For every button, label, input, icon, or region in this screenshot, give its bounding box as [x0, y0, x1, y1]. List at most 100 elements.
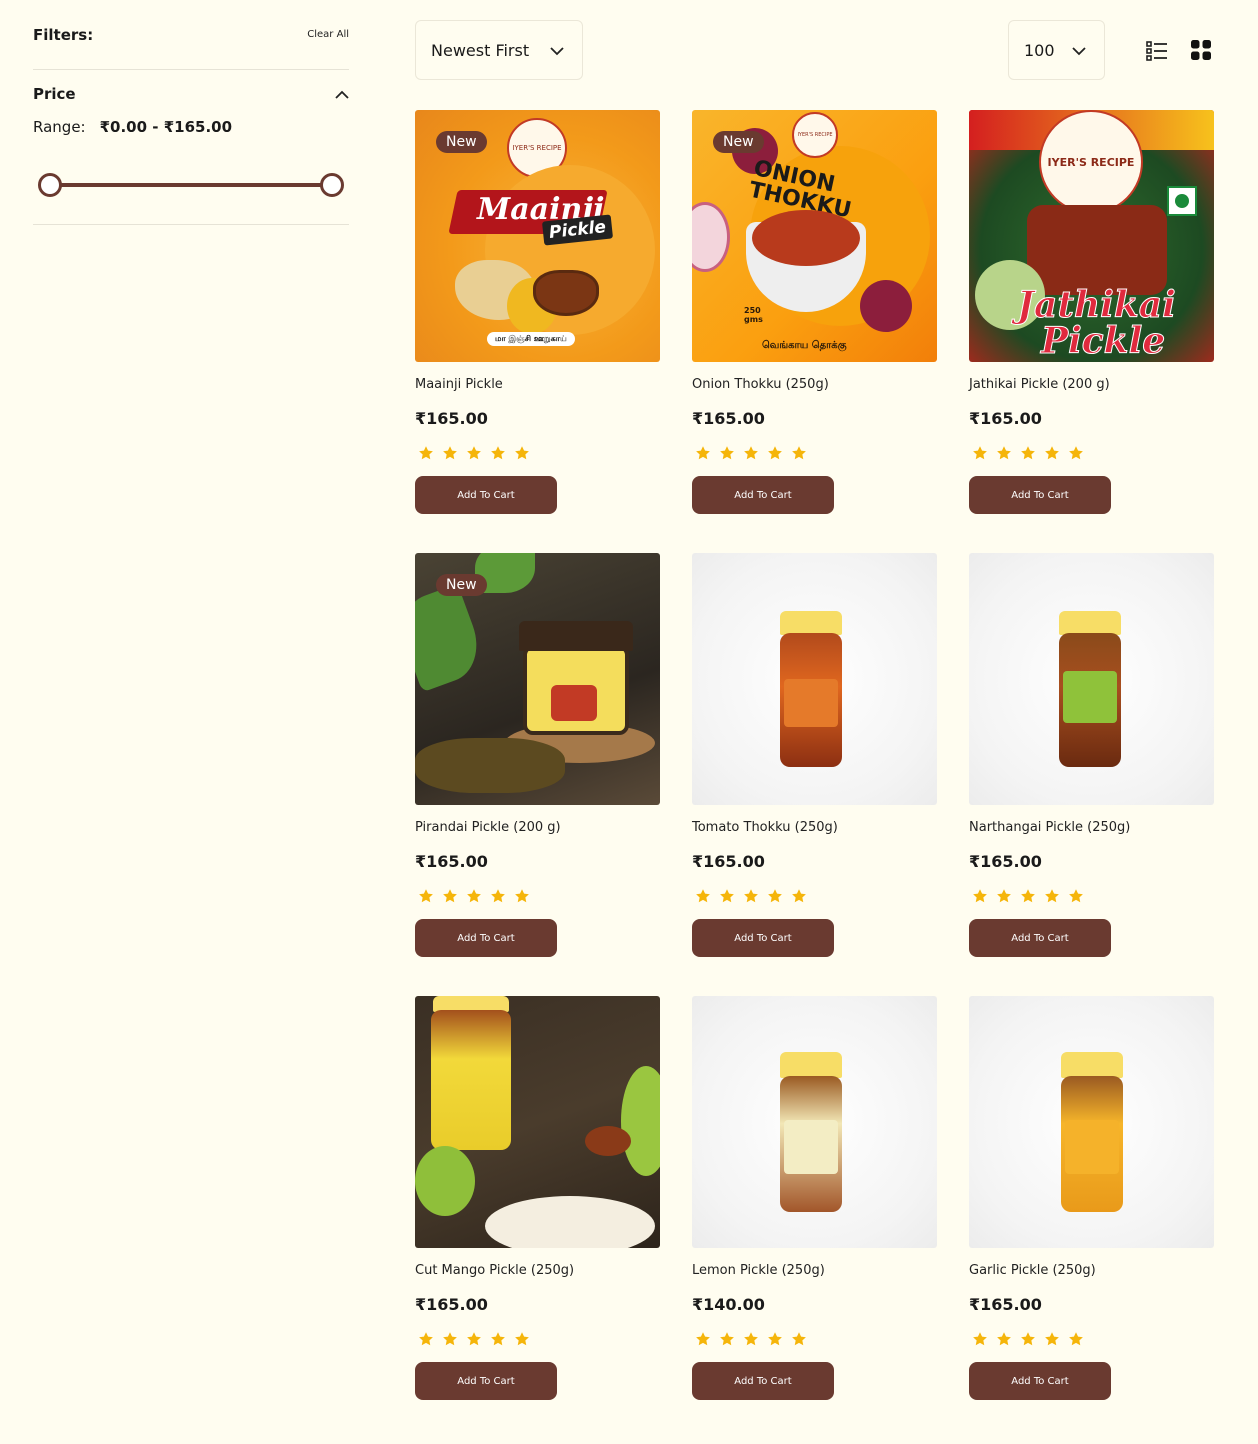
star-icon — [514, 888, 530, 904]
jar-label — [1065, 1120, 1119, 1174]
per-page-select[interactable]: 100 — [1008, 20, 1105, 80]
star-icon — [695, 1331, 711, 1347]
jar-label — [784, 1120, 838, 1174]
add-to-cart-button[interactable]: Add To Cart — [415, 919, 557, 957]
product-name[interactable]: Tomato Thokku (250g) — [692, 820, 937, 835]
star-icon — [418, 1331, 434, 1347]
tamil-label: வெங்காய தொக்கு — [762, 340, 847, 351]
price-range-label: Range: — [33, 118, 86, 136]
star-icon — [442, 445, 458, 461]
price-filter-header[interactable]: Price — [33, 70, 349, 118]
star-icon — [466, 888, 482, 904]
product-image[interactable]: IYER'S RECIPE ONION THOKKU 250 gms வெங்க… — [692, 110, 937, 362]
product-price: ₹140.00 — [692, 1295, 765, 1314]
filters-title: Filters: — [33, 25, 94, 44]
product-name[interactable]: Garlic Pickle (250g) — [969, 1263, 1214, 1278]
star-icon — [791, 888, 807, 904]
leaf-shape — [415, 583, 489, 693]
star-icon — [972, 888, 988, 904]
product-image[interactable]: IYER'S RECIPE Jathikai Pickle — [969, 110, 1214, 362]
add-to-cart-button[interactable]: Add To Cart — [969, 919, 1111, 957]
clear-all-link[interactable]: Clear All — [307, 29, 349, 40]
product-price: ₹165.00 — [692, 409, 765, 428]
product-price: ₹165.00 — [969, 1295, 1042, 1314]
price-range-row: Range: ₹0.00 - ₹165.00 — [33, 118, 349, 136]
price-range-value: ₹0.00 - ₹165.00 — [99, 118, 233, 136]
star-icon — [442, 888, 458, 904]
chutney-shape — [415, 738, 565, 793]
add-to-cart-button[interactable]: Add To Cart — [969, 1362, 1111, 1400]
jar-lid — [1061, 1052, 1123, 1078]
add-to-cart-button[interactable]: Add To Cart — [692, 1362, 834, 1400]
price-range-slider[interactable] — [38, 173, 344, 197]
onion-shape — [692, 202, 730, 272]
rating-stars — [415, 1331, 660, 1347]
rating-stars — [415, 888, 660, 904]
logo-text: IYER'S RECIPE — [797, 132, 833, 138]
add-to-cart-button[interactable]: Add To Cart — [692, 919, 834, 957]
brand-logo: IYER'S RECIPE — [792, 112, 838, 158]
product-image[interactable] — [415, 996, 660, 1248]
product-card: New Pirandai Pickle (200 g) ₹165.00 Add … — [415, 553, 660, 996]
new-badge: New — [436, 131, 487, 153]
star-icon — [1020, 888, 1036, 904]
product-card: IYER'S RECIPE Maainji Pickle மா இஞ்சி ஊற… — [415, 110, 660, 553]
brand-logo: IYER'S RECIPE — [1039, 110, 1143, 214]
product-card: IYER'S RECIPE Jathikai Pickle Jathikai P… — [969, 110, 1214, 553]
add-to-cart-button[interactable]: Add To Cart — [969, 476, 1111, 514]
pickle-bowl — [1027, 205, 1167, 295]
add-to-cart-button[interactable]: Add To Cart — [415, 1362, 557, 1400]
product-name[interactable]: Cut Mango Pickle (250g) — [415, 1263, 660, 1278]
product-name[interactable]: Pirandai Pickle (200 g) — [415, 820, 660, 835]
add-to-cart-button[interactable]: Add To Cart — [692, 476, 834, 514]
star-icon — [767, 888, 783, 904]
product-name[interactable]: Narthangai Pickle (250g) — [969, 820, 1214, 835]
slider-min-handle[interactable] — [38, 173, 62, 197]
price-filter-title: Price — [33, 85, 76, 103]
product-name[interactable]: Onion Thokku (250g) — [692, 377, 937, 392]
onion-shape — [860, 280, 912, 332]
product-name[interactable]: Maainji Pickle — [415, 377, 660, 392]
product-image[interactable] — [969, 996, 1214, 1248]
star-icon — [743, 445, 759, 461]
grid-view-icon[interactable] — [1191, 40, 1211, 60]
rating-stars — [692, 445, 937, 461]
jar-label — [551, 685, 597, 721]
sort-select[interactable]: Newest First — [415, 20, 583, 80]
star-icon — [719, 1331, 735, 1347]
filters-header: Filters: Clear All — [33, 0, 349, 70]
product-image[interactable] — [692, 553, 937, 805]
star-icon — [1068, 888, 1084, 904]
rating-stars — [692, 1331, 937, 1347]
product-image[interactable]: IYER'S RECIPE Maainji Pickle மா இஞ்சி ஊற… — [415, 110, 660, 362]
tamil-label: மா இஞ்சி ஊறுகாய் — [487, 332, 575, 346]
rating-stars — [692, 888, 937, 904]
star-icon — [791, 1331, 807, 1347]
add-to-cart-button[interactable]: Add To Cart — [415, 476, 557, 514]
chevron-down-icon — [1072, 41, 1086, 60]
product-image[interactable]: New — [415, 553, 660, 805]
star-icon — [418, 445, 434, 461]
product-image[interactable] — [692, 996, 937, 1248]
star-icon — [490, 888, 506, 904]
product-name[interactable]: Lemon Pickle (250g) — [692, 1263, 937, 1278]
star-icon — [743, 1331, 759, 1347]
chevron-up-icon[interactable] — [335, 87, 349, 101]
star-icon — [1020, 445, 1036, 461]
sort-select-value: Newest First — [431, 40, 530, 60]
thokku-shape — [752, 210, 860, 266]
star-icon — [695, 445, 711, 461]
star-icon — [743, 888, 759, 904]
plate-shape — [485, 1196, 655, 1248]
list-view-icon[interactable] — [1146, 40, 1168, 62]
product-card: Lemon Pickle (250g) ₹140.00 Add To Cart — [692, 996, 937, 1439]
slider-max-handle[interactable] — [320, 173, 344, 197]
product-name[interactable]: Jathikai Pickle (200 g) — [969, 377, 1214, 392]
filters-sidebar: Filters: Clear All Price Range: ₹0.00 - … — [33, 0, 349, 225]
jar-lid — [1059, 611, 1121, 635]
product-image[interactable] — [969, 553, 1214, 805]
jar-lid — [780, 1052, 842, 1078]
rating-stars — [415, 445, 660, 461]
star-icon — [767, 445, 783, 461]
star-icon — [1044, 445, 1060, 461]
